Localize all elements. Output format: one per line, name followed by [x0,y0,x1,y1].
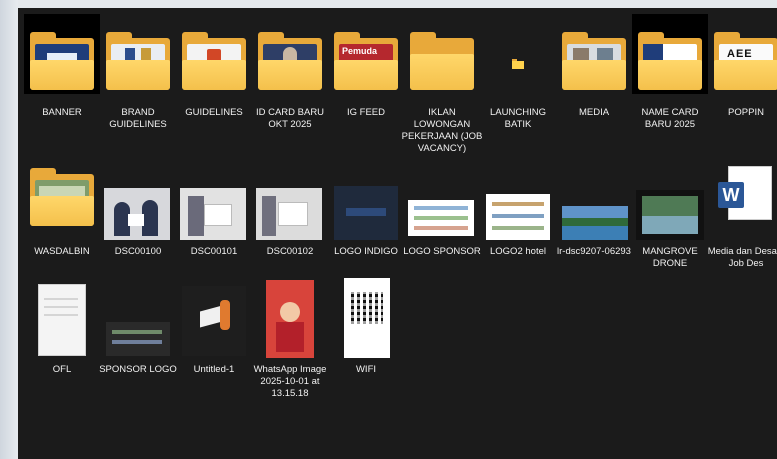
item-label: LOGO INDIGO [334,246,398,257]
item-label: LOGO2 hotel [490,246,546,257]
photo-thumbnail [256,188,322,240]
item-label: MEDIA [578,107,610,118]
megaphone-thumbnail [182,286,246,356]
folder-icon: Pemuda [328,14,404,94]
item-label: OFL [52,364,72,375]
item-label: Untitled-1 [193,364,235,375]
item-label: WhatsApp Image 2025-10-01 at 13.15.18 [253,364,327,399]
item-label: GUIDELINES [185,107,243,118]
photo-thumbnail [104,188,170,240]
window-top-edge [0,0,777,8]
item-label: lr-dsc9207-06293 [557,246,631,257]
item-label: IG FEED [346,107,385,118]
photo-thumbnail [266,280,314,358]
item-label: POPPIN [728,107,764,118]
word-icon: W [718,182,744,208]
photo-thumbnail [180,188,246,240]
word-document-icon: W [708,160,777,240]
item-label: MANGROVE DRONE [642,246,698,269]
logo-thumbnail [408,200,474,236]
folder-icon-small [480,14,556,94]
folder-icon [404,14,480,94]
item-label: BRAND GUIDELINES [109,107,167,130]
item-label: WIFI [355,364,377,375]
photo-thumbnail [562,206,628,240]
logo-thumbnail [106,322,170,356]
item-label: NAME CARD BARU 2025 [641,107,699,130]
item-label: LOGO SPONSOR [403,246,481,257]
logo-thumbnail [334,186,398,240]
item-label: DSC00101 [190,246,238,257]
window-left-edge [0,0,18,459]
item-label: DSC00100 [114,246,162,257]
logo-thumbnail [486,194,550,240]
pemuda-text: Pemuda [342,46,378,56]
item-label: SPONSOR LOGO [99,364,177,375]
item-label: LAUNCHING BATIK [490,107,546,130]
folder-icon [556,14,632,94]
video-thumbnail [636,190,704,240]
file-list-pane[interactable]: BANNER BRAND GUIDELINES GUIDELINES ID CA… [18,8,777,459]
folder-icon [252,14,328,94]
blank-file-icon [24,278,100,358]
item-label: ID CARD BARU OKT 2025 [255,107,325,130]
folder-icon: AEE [708,14,777,94]
folder-icon [24,14,100,94]
item-label: IKLAN LOWONGAN PEKERJAAN (JOB VACANCY) [401,107,483,154]
item-label: Media dan Desain Job Des [707,246,777,269]
item-label: WASDALBIN [34,246,90,257]
item-label: BANNER [42,107,82,118]
folder-icon [632,14,708,94]
poppin-thumb-text: AEE [727,48,753,60]
qr-thumbnail [344,278,390,358]
folder-icon [24,160,100,240]
folder-icon [176,14,252,94]
folder-icon [100,14,176,94]
item-label: DSC00102 [266,246,314,257]
